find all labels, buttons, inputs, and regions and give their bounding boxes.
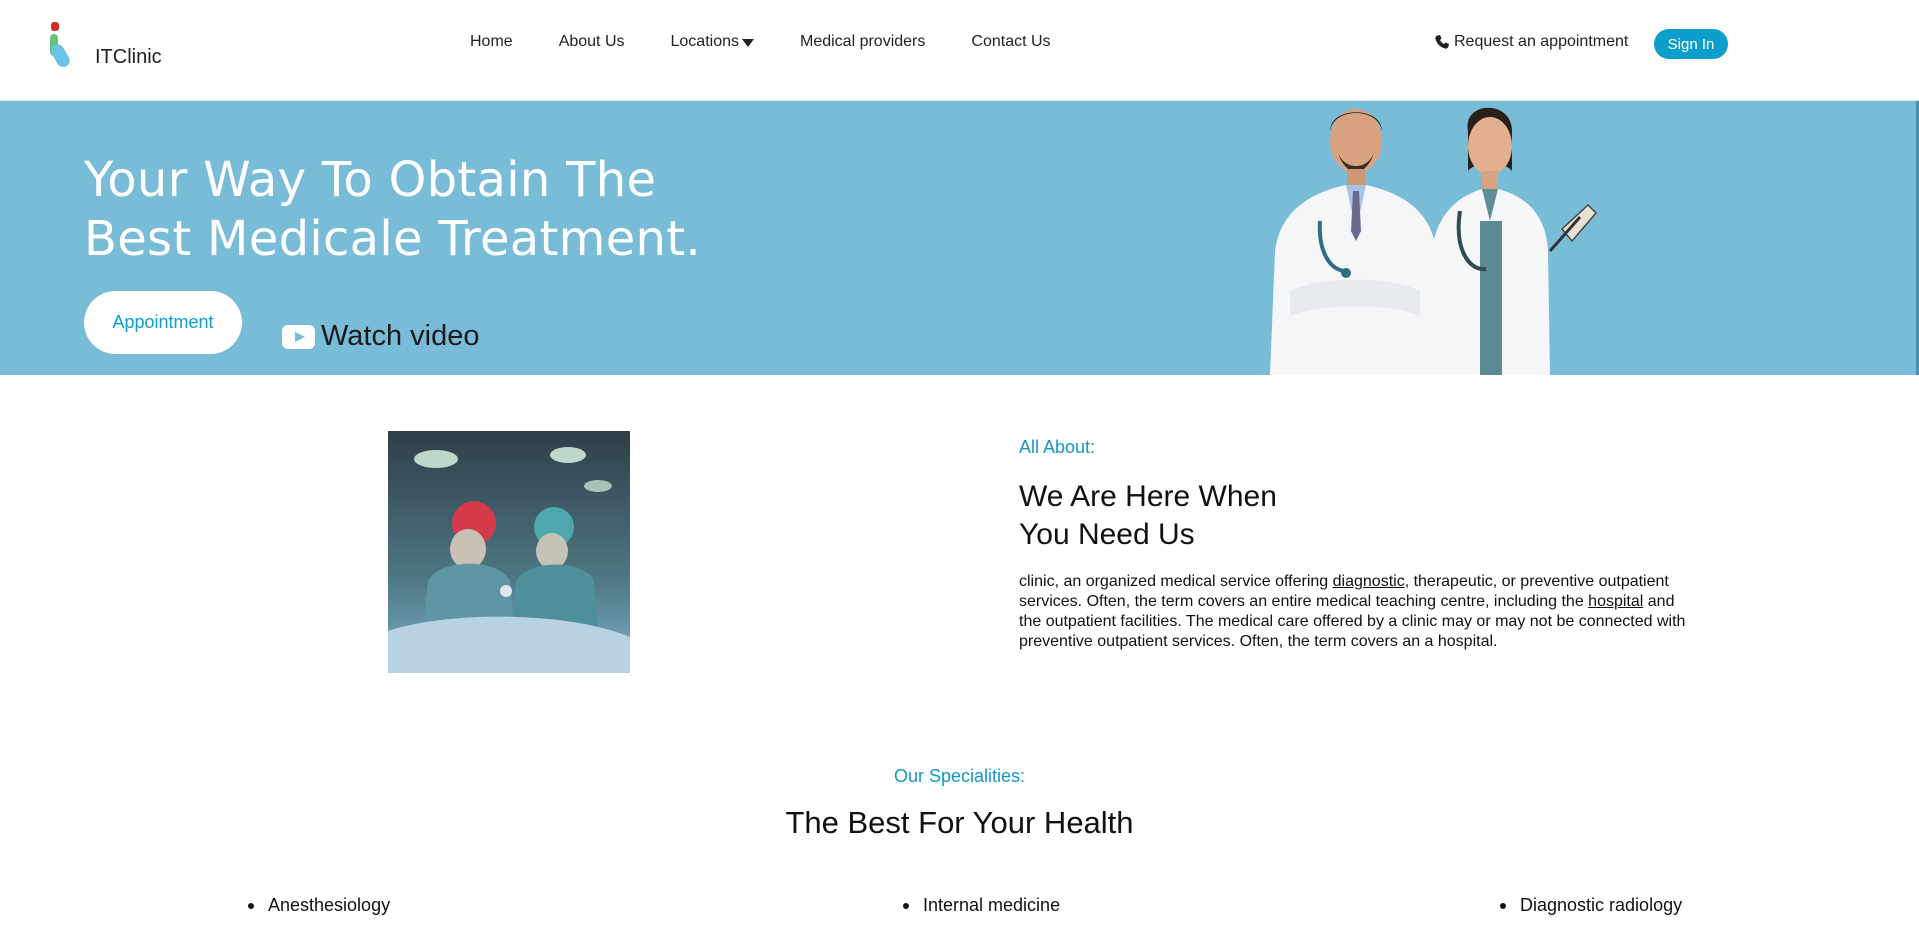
caret-down-icon	[742, 38, 754, 47]
hero-title-line1: Your Way To Obtain The	[84, 152, 657, 208]
male-doctor-figure	[1270, 109, 1438, 375]
doctors-illustration	[1270, 107, 1598, 375]
watch-video-label: Watch video	[321, 320, 480, 352]
request-appointment-label: Request an appointment	[1454, 33, 1629, 50]
hospital-link[interactable]: hospital	[1588, 593, 1643, 610]
about-title-line1: We Are Here When	[1019, 480, 1277, 513]
request-appointment-link[interactable]: Request an appointment	[1434, 33, 1628, 51]
nav-home[interactable]: Home	[470, 33, 513, 51]
bullet-icon	[248, 902, 254, 909]
main-nav: Home About Us Locations Medical provider…	[470, 33, 1097, 51]
speciality-label: Anesthesiology	[268, 895, 391, 915]
hero-title: Your Way To Obtain The Best Medicale Tre…	[84, 151, 784, 269]
about-eyebrow: All About:	[1019, 437, 1096, 457]
nav-locations-label: Locations	[670, 33, 740, 50]
itclinic-logo-icon[interactable]	[46, 20, 86, 72]
brand-name[interactable]: ITClinic	[95, 46, 162, 69]
specialities-title: The Best For Your Health	[785, 805, 1134, 840]
female-doctor-figure	[1426, 107, 1598, 375]
bullet-icon	[1500, 902, 1506, 909]
about-text-part1: clinic, an organized medical service off…	[1019, 573, 1333, 590]
about-description: clinic, an organized medical service off…	[1019, 572, 1689, 652]
surgery-photo	[388, 431, 630, 673]
diagnostic-link[interactable]: diagnostic	[1333, 573, 1405, 590]
play-video-icon	[282, 324, 315, 349]
nav-about-us[interactable]: About Us	[559, 33, 625, 51]
sign-in-button[interactable]: Sign In	[1654, 29, 1728, 59]
site-header: ITClinic Home About Us Locations Medical…	[0, 0, 1919, 101]
appointment-button[interactable]: Appointment	[84, 291, 242, 354]
nav-contact-us[interactable]: Contact Us	[971, 33, 1050, 51]
speciality-item: Internal medicine	[903, 895, 1060, 916]
speciality-item: Anesthesiology	[248, 895, 390, 916]
nav-locations[interactable]: Locations	[670, 33, 754, 51]
nav-medical-providers[interactable]: Medical providers	[800, 33, 925, 51]
specialities-eyebrow: Our Specialities:	[893, 766, 1026, 786]
about-title: We Are Here When You Need Us	[1019, 478, 1277, 554]
phone-icon	[1435, 35, 1449, 49]
about-title-line2: You Need Us	[1019, 518, 1195, 551]
watch-video-button[interactable]: Watch video	[282, 320, 480, 353]
speciality-label: Diagnostic radiology	[1520, 895, 1683, 915]
hero-banner: Your Way To Obtain The Best Medicale Tre…	[0, 101, 1919, 375]
bullet-icon	[903, 902, 909, 909]
speciality-item: Diagnostic radiology	[1500, 895, 1682, 916]
hero-title-line2: Best Medicale Treatment.	[84, 211, 701, 267]
speciality-label: Internal medicine	[923, 895, 1061, 915]
